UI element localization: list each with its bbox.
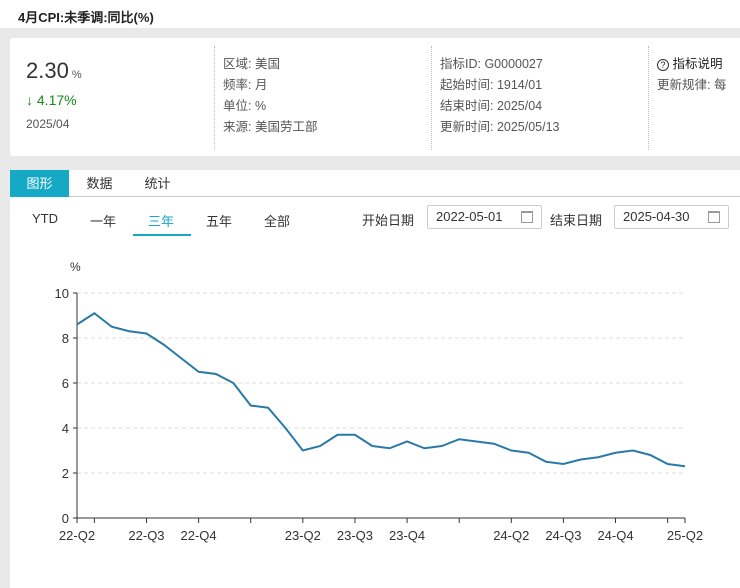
y-tick-label: 0 (62, 511, 69, 526)
x-tick-label: 22-Q2 (59, 528, 95, 543)
y-tick-label: 4 (62, 421, 69, 436)
y-tick-label: 6 (62, 376, 69, 391)
x-tick-label: 22-Q4 (181, 528, 217, 543)
x-tick-label: 24-Q3 (545, 528, 581, 543)
x-tick-label: 23-Q2 (285, 528, 321, 543)
x-tick-label: 22-Q3 (128, 528, 164, 543)
y-axis-unit: % (70, 260, 81, 274)
x-tick-label: 24-Q2 (493, 528, 529, 543)
y-tick-label: 10 (55, 286, 69, 301)
x-tick-label: 23-Q3 (337, 528, 373, 543)
x-tick-label: 24-Q4 (597, 528, 633, 543)
y-tick-label: 2 (62, 466, 69, 481)
x-tick-label: 23-Q4 (389, 528, 425, 543)
line-chart: % 0 2 4 6 8 10 22-Q2 22-Q3 22-Q4 23-Q2 23-Q3 23-Q4 2… (55, 260, 704, 543)
y-tick-label: 8 (62, 331, 69, 346)
cpi-series-line (76, 312, 686, 468)
x-tick-label: 25-Q2 (667, 528, 703, 543)
